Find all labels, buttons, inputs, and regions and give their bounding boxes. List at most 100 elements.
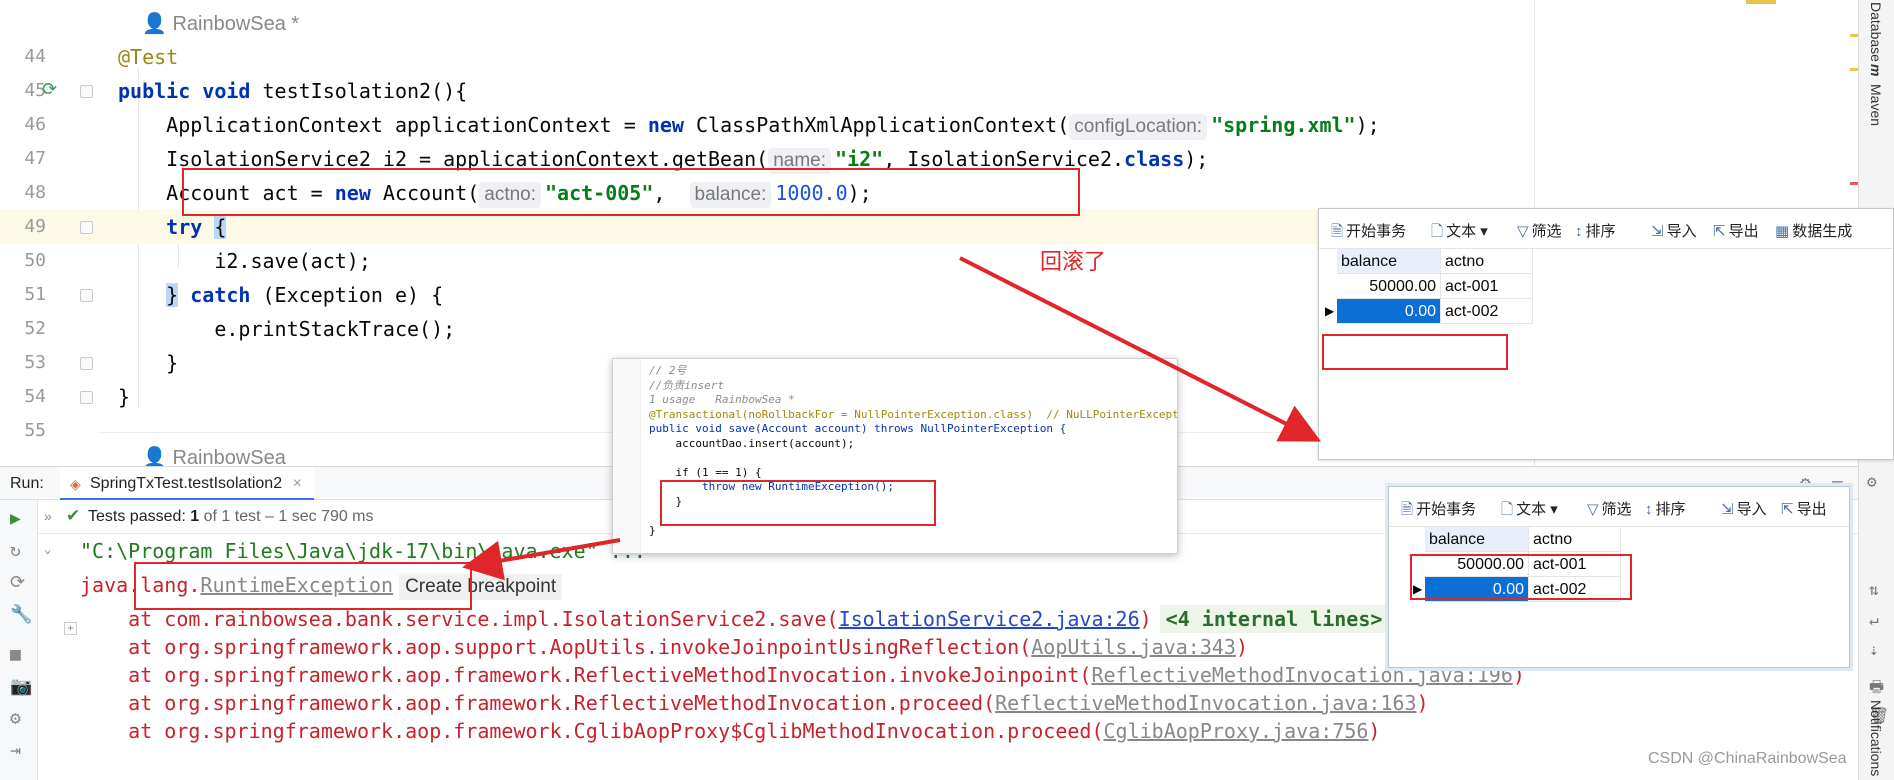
code-line[interactable]: @Test (98, 40, 1534, 74)
gutter-line[interactable]: 48 (0, 176, 98, 210)
sort-button[interactable]: ↕ 排序 (1575, 220, 1616, 241)
db-toolbar: 🗎 开始事务 🗋 文本 ▾ ▽ 筛选 ↕ 排序 ⇲ 导入 ⇱ 导出 ▦ 数据生成 (1319, 209, 1893, 249)
data-generate-button[interactable]: ▦ 数据生成 (1775, 220, 1852, 241)
code-token: @Test (118, 45, 179, 69)
expand-icon[interactable]: » (44, 508, 52, 524)
table-cell[interactable]: act-002 (1529, 577, 1621, 602)
table-cell[interactable]: act-002 (1441, 299, 1533, 324)
parameter-hint: balance: (689, 182, 772, 208)
code-line[interactable]: IsolationService2 i2 = applicationContex… (98, 142, 1534, 176)
column-header-actno[interactable]: actno (1529, 527, 1621, 552)
table-cell-selected[interactable]: 0.00 (1425, 577, 1529, 602)
gutter-line[interactable]: 52 (0, 312, 98, 346)
code-token: i2.save(act); (118, 249, 371, 273)
code-token: 1000.0 (775, 181, 848, 205)
internal-lines-toggle[interactable]: <4 internal lines> (1159, 605, 1389, 633)
table-cell[interactable]: 50000.00 (1337, 274, 1441, 299)
column-header-balance[interactable]: balance (1425, 527, 1529, 552)
source-link[interactable]: CglibAopProxy.java:756 (1104, 719, 1369, 743)
begin-transaction-button[interactable]: 🗎 开始事务 (1401, 498, 1476, 524)
toggle-icon[interactable]: ⟳ (10, 572, 25, 593)
wrap-icon[interactable]: ⇣ (1869, 640, 1879, 659)
exit-icon[interactable]: ⇥ (10, 740, 21, 761)
run-test-icon[interactable]: ⟳ (42, 79, 57, 100)
maven-tool-button[interactable]: Maven (1868, 84, 1884, 126)
import-button[interactable]: ⇲ 导入 (1721, 498, 1767, 519)
sort-button[interactable]: ↕ 排序 (1645, 498, 1686, 519)
column-header-actno[interactable]: actno (1441, 249, 1533, 274)
export-icon[interactable]: ⚙ (10, 708, 21, 729)
code-token: class (1124, 147, 1185, 171)
stack-frame-text: at org.springframework.aop.framework.Ref… (80, 663, 1092, 687)
text-view-button[interactable]: 🗋 文本 ▾ (1501, 498, 1558, 524)
fold-icon[interactable] (80, 357, 93, 370)
source-link[interactable]: AopUtils.java:343 (1031, 635, 1236, 659)
gear-icon[interactable]: ⚙ (1867, 472, 1877, 491)
fold-icon[interactable] (80, 289, 93, 302)
table-cell[interactable]: act-001 (1441, 274, 1533, 299)
table-cell-selected[interactable]: 0.00 (1337, 299, 1441, 324)
rerun-icon[interactable]: ▶ (10, 508, 21, 529)
fold-icon[interactable] (80, 391, 93, 404)
parameter-hint: actno: (479, 182, 542, 208)
notifications-tool-button[interactable]: Notifications (1868, 700, 1884, 776)
code-token: new (647, 113, 696, 137)
gutter-line[interactable]: 49 (0, 210, 98, 244)
gutter-line[interactable]: 53 (0, 346, 98, 380)
import-button[interactable]: ⇲ 导入 (1651, 220, 1697, 241)
close-tab-icon[interactable]: × (293, 475, 302, 492)
print-icon[interactable]: 🖶 (1869, 676, 1884, 703)
exception-link[interactable]: RuntimeException (200, 573, 393, 597)
run-label: Run: (10, 475, 44, 492)
gutter-line[interactable]: 55 (0, 414, 98, 448)
stack-frame: at org.springframework.aop.framework.Cgl… (80, 714, 1380, 748)
stop-icon[interactable]: ■ (10, 644, 21, 665)
text-view-button[interactable]: 🗋 文本 ▾ (1431, 220, 1488, 246)
snippet-comment: // 2号 (649, 364, 687, 377)
camera-icon[interactable]: 📷 (10, 676, 32, 697)
code-line[interactable]: Account act = new Account(actno: "act-005… (98, 176, 1534, 210)
run-config-tab-label: SpringTxTest.testIsolation2 (90, 475, 283, 492)
create-breakpoint-button[interactable]: Create breakpoint (399, 574, 563, 600)
source-link[interactable]: IsolationService2.java:26 (839, 607, 1140, 631)
code-token: Account( (382, 181, 480, 205)
stack-frame-text: at org.springframework.aop.framework.Cgl… (80, 719, 1104, 743)
code-token: ); (847, 181, 872, 205)
code-token: ApplicationContext applicationContext = (118, 113, 648, 137)
export-button[interactable]: ⇱ 导出 (1781, 498, 1827, 519)
inspection-widget[interactable] (1746, 0, 1776, 4)
scroll-icon[interactable]: ⇅ (1869, 580, 1879, 599)
run-config-tab[interactable]: ◈ SpringTxTest.testIsolation2 × (60, 467, 314, 501)
stack-frame-suffix: ) (1139, 607, 1152, 631)
filter-button[interactable]: ▽ 筛选 (1517, 220, 1562, 241)
gutter-line[interactable]: 44 (0, 40, 98, 74)
code-line[interactable]: public void testIsolation2(){ (98, 74, 1534, 108)
line-number: 52 (24, 318, 46, 339)
table-cell[interactable]: 50000.00 (1425, 552, 1529, 577)
gutter-line[interactable]: 50 (0, 244, 98, 278)
rerun-failed-icon[interactable]: ↻ (10, 540, 21, 561)
fold-icon[interactable] (80, 221, 93, 234)
collapse-icon[interactable]: ⌄ (44, 542, 51, 556)
soft-wrap-icon[interactable]: ↵ (1869, 610, 1879, 629)
export-button[interactable]: ⇱ 导出 (1713, 220, 1759, 241)
column-header-balance[interactable]: balance (1337, 249, 1441, 274)
gutter-line[interactable]: 47 (0, 142, 98, 176)
line-number: 55 (24, 420, 46, 441)
code-line[interactable]: ApplicationContext applicationContext = … (98, 108, 1534, 142)
author-hint: 👤 RainbowSea * (142, 13, 300, 35)
database-tool-button[interactable]: Database (1868, 2, 1884, 62)
gutter-line[interactable]: 46 (0, 108, 98, 142)
table-cell[interactable]: act-001 (1529, 552, 1621, 577)
begin-transaction-button[interactable]: 🗎 开始事务 (1331, 220, 1406, 246)
gutter-line[interactable]: 54 (0, 380, 98, 414)
code-token: ); (1355, 113, 1380, 137)
snippet-code-line: } (649, 523, 656, 537)
gutter-line[interactable]: 51 (0, 278, 98, 312)
fold-icon[interactable] (80, 85, 93, 98)
code-token: new (334, 181, 383, 205)
wrench-icon[interactable]: 🔧 (10, 604, 32, 625)
gutter-line[interactable]: 45 ⟳ (0, 74, 98, 108)
filter-button[interactable]: ▽ 筛选 (1587, 498, 1632, 519)
source-link[interactable]: ReflectiveMethodInvocation.java:163 (995, 691, 1416, 715)
